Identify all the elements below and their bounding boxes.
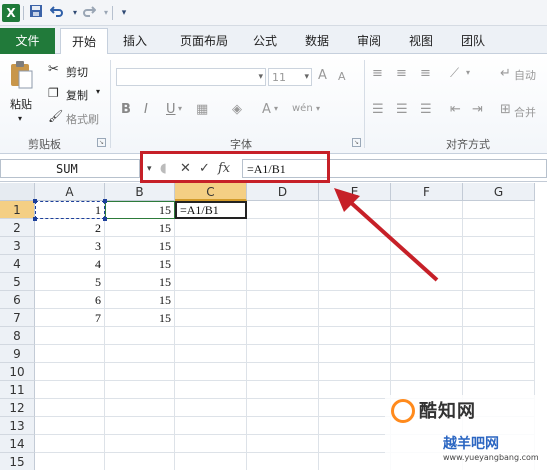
excel-window: X ▾ ▾ ▾ 文件 开始 插入 页面布局 公式 数据 审阅 视图 团队 粘贴 … bbox=[0, 0, 547, 470]
watermark-url: www.yueyangbang.com bbox=[443, 453, 539, 462]
watermark-brand: 酷知网 bbox=[419, 401, 476, 422]
watermark: 酷知网 越羊吧网 www.yueyangbang.com bbox=[385, 395, 547, 470]
watermark-site: 越羊吧网 bbox=[443, 436, 499, 452]
watermark-logo-icon bbox=[391, 399, 415, 423]
arrow-shaft bbox=[346, 198, 439, 282]
